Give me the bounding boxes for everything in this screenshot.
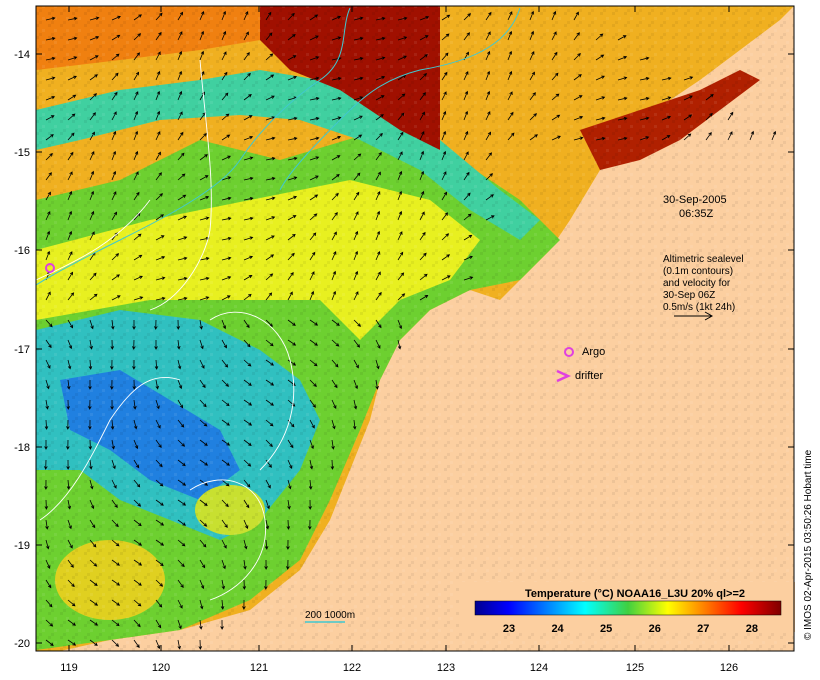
annotation-line-1: Altimetric sealevel	[663, 254, 744, 265]
lat-tick-label: -14	[14, 49, 30, 61]
annotation-line-2: (0.1m contours)	[663, 266, 733, 277]
colorbar: Temperature (°C) NOAA16_L3U 20% ql>=2 23…	[459, 582, 795, 635]
credit-text: © IMOS 02-Apr-2015 03:50:26 Hobart time	[803, 449, 814, 640]
colorbar-tick-label: 24	[551, 623, 564, 635]
lat-tick-label: -16	[14, 245, 30, 257]
lat-tick-label: -17	[14, 344, 30, 356]
lat-tick-label: -20	[14, 638, 30, 650]
colorbar-tick-label: 26	[649, 623, 661, 635]
date-label: 30-Sep-2005	[663, 194, 727, 206]
lat-tick-label: -15	[14, 147, 30, 159]
lon-tick-label: 122	[343, 662, 361, 674]
colorbar-tick-label: 23	[503, 623, 515, 635]
lon-tick-label: 123	[437, 662, 455, 674]
colorbar-tick-label: 27	[697, 623, 709, 635]
sst-map: 30-Sep-2005 06:35Z Altimetric sealevel (…	[14, 5, 814, 674]
lon-tick-label: 121	[250, 662, 268, 674]
colorbar-title: Temperature (°C) NOAA16_L3U 20% ql>=2	[525, 588, 745, 600]
lat-tick-label: -18	[14, 442, 30, 454]
drifter-label: drifter	[575, 370, 603, 382]
lon-tick-label: 126	[720, 662, 738, 674]
lon-tick-label: 120	[152, 662, 170, 674]
lon-tick-label: 125	[626, 662, 644, 674]
annotation-line-3: and velocity for	[663, 278, 731, 289]
colorbar-tick-label: 25	[600, 623, 612, 635]
time-label: 06:35Z	[679, 208, 714, 220]
lon-tick-label: 124	[530, 662, 548, 674]
argo-label: Argo	[582, 346, 605, 358]
sst-field	[36, 6, 794, 651]
annotation-line-4: 30-Sep 06Z	[663, 290, 715, 301]
lon-tick-label: 119	[60, 662, 78, 674]
colorbar-tick-label: 28	[746, 623, 758, 635]
depth-legend: 200 1000m	[305, 610, 355, 621]
annotation-line-5: 0.5m/s (1kt 24h)	[663, 302, 735, 313]
lat-tick-label: -19	[14, 540, 30, 552]
